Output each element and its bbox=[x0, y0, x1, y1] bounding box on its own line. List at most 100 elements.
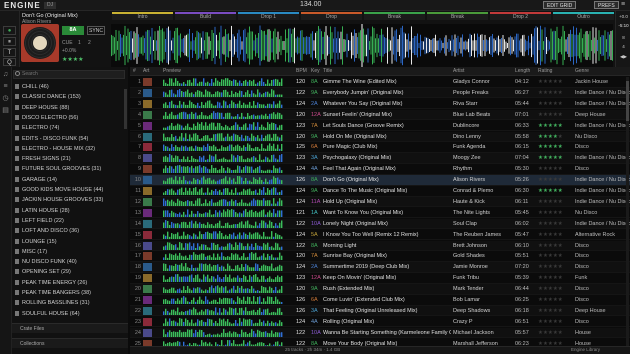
sidebar-folder-item[interactable]: DISCO ELECTRO (56) bbox=[15, 114, 78, 122]
track-preview-waveform[interactable] bbox=[163, 252, 283, 261]
preferences-button[interactable]: PREFS bbox=[594, 1, 619, 9]
star-icon[interactable]: ★ bbox=[558, 286, 563, 292]
deck-key-badge[interactable]: 8A bbox=[62, 26, 84, 35]
table-row[interactable]: 7 125 6A Pure Magic (Club Mix) Funk Agenda 06… bbox=[130, 142, 630, 153]
sidebar-folder-item[interactable]: MISC (17) bbox=[15, 248, 47, 256]
sidebar-scrollbar[interactable] bbox=[124, 89, 127, 129]
sidebar-folder-item[interactable]: OPENING SET (29) bbox=[15, 268, 71, 276]
scroll-thumb[interactable] bbox=[626, 81, 629, 121]
table-row[interactable]: 9 124 4A Feel That Again (Original Mix) Rhyt… bbox=[130, 164, 630, 175]
sidebar-folder-item[interactable]: ELECTRO (74) bbox=[15, 124, 59, 132]
track-preview-waveform[interactable] bbox=[163, 187, 283, 195]
header-length[interactable]: Length bbox=[515, 68, 530, 74]
header-bpm[interactable]: BPM bbox=[296, 68, 307, 74]
track-rating[interactable]: ★★★★★ bbox=[538, 122, 568, 131]
star-icon[interactable]: ★ bbox=[558, 243, 563, 249]
track-preview-waveform[interactable] bbox=[163, 132, 283, 141]
header-art[interactable]: Art bbox=[143, 68, 149, 74]
edit-grid-button[interactable]: EDIT GRID bbox=[543, 1, 577, 9]
playlists-icon[interactable]: ≡ bbox=[2, 83, 9, 90]
star-icon[interactable]: ★ bbox=[558, 308, 563, 314]
star-icon[interactable]: ★ bbox=[558, 112, 563, 118]
header-genre[interactable]: Genre bbox=[575, 68, 589, 74]
star-icon[interactable]: ★ bbox=[558, 275, 563, 281]
table-row[interactable]: 10 126 8A Don't Go (Original Mix) Alison Riv… bbox=[130, 175, 630, 186]
track-rating[interactable]: ★★★★★ bbox=[538, 198, 568, 207]
track-preview-waveform[interactable] bbox=[163, 241, 283, 250]
star-icon[interactable]: ★ bbox=[558, 79, 563, 85]
header-rating[interactable]: Rating bbox=[538, 68, 552, 74]
deck-waveform[interactable] bbox=[111, 24, 613, 67]
track-rating[interactable]: ★★★★★ bbox=[538, 285, 568, 294]
history-icon[interactable]: ◷ bbox=[2, 95, 9, 102]
track-preview-waveform[interactable] bbox=[163, 317, 283, 326]
beat-jump-label[interactable]: 8 bbox=[617, 35, 630, 40]
track-preview-waveform[interactable] bbox=[163, 285, 283, 294]
table-row[interactable]: 12 124 11A Hold Up (Original Mix) Haute & Ki… bbox=[130, 196, 630, 208]
sidebar-folder-item[interactable]: JACKIN HOUSE GROOVES (33) bbox=[15, 196, 103, 204]
track-preview-waveform[interactable] bbox=[163, 143, 283, 152]
sidebar-folder-item[interactable]: NU DISCO FUNK (40) bbox=[15, 258, 77, 266]
table-row[interactable]: 21 126 6A Come Luvin' (Extended Club Mix) Bo… bbox=[130, 295, 630, 306]
table-row[interactable]: 17 120 7A Sunrise Bay (Original Mix) Gold Sh… bbox=[130, 251, 630, 262]
table-row[interactable]: 18 124 2A Summertime 2019 (Deep Club Mix) Ja… bbox=[130, 262, 630, 273]
star-icon[interactable]: ★ bbox=[558, 177, 563, 183]
collection-icon[interactable]: ♫ bbox=[2, 71, 9, 78]
quantize-button[interactable]: Q bbox=[3, 58, 16, 66]
track-preview-waveform[interactable] bbox=[163, 296, 283, 304]
track-rating[interactable]: ★★★★★ bbox=[538, 154, 568, 163]
track-preview-waveform[interactable] bbox=[163, 121, 283, 130]
track-rating[interactable]: ★★★★★ bbox=[538, 133, 568, 142]
menu-icon[interactable]: ≡ bbox=[618, 1, 628, 9]
star-icon[interactable]: ★ bbox=[558, 155, 563, 161]
table-row[interactable]: 1 120 8A Gimme The Wine (Edited Mix) Gladys … bbox=[130, 77, 630, 88]
play-pause-button[interactable]: ⏸ bbox=[3, 37, 16, 46]
sidebar-folder-item[interactable]: LEFT FIELD (22) bbox=[15, 217, 64, 225]
sync-button[interactable]: SYNC bbox=[87, 26, 105, 35]
sidebar-folder-item[interactable]: ROLLING BASSLINES (31) bbox=[15, 299, 90, 307]
tempo-button[interactable]: T bbox=[3, 48, 16, 57]
track-rating[interactable]: ★★★★★ bbox=[538, 296, 568, 305]
sidebar-folder-item[interactable]: GOOD KIDS MOVE HOUSE (44) bbox=[15, 186, 103, 194]
sidebar-folder-item[interactable]: SOULFUL HOUSE (64) bbox=[15, 310, 80, 318]
track-rating[interactable]: ★★★★★ bbox=[538, 252, 568, 261]
loop-size-label[interactable]: 4 bbox=[617, 44, 630, 49]
table-row[interactable]: 23 124 4A Rolling (Original Mix) Crazy P 06:5… bbox=[130, 317, 630, 328]
track-preview-waveform[interactable] bbox=[163, 165, 283, 174]
track-preview-waveform[interactable] bbox=[163, 88, 283, 97]
sidebar-folder-item[interactable]: FUTURE SOUL GROOVES (31) bbox=[15, 165, 101, 173]
table-row[interactable]: 15 124 5A I Know You Too Well (Remix 12 Rem… bbox=[130, 230, 630, 241]
library-scrollbar[interactable] bbox=[626, 77, 629, 352]
sidebar-folder-item[interactable]: FRESH SIGNS (21) bbox=[15, 155, 71, 163]
star-icon[interactable]: ★ bbox=[558, 210, 563, 216]
sidebar-folder-item[interactable]: GARAGE (14) bbox=[15, 176, 57, 184]
hot-cue-7[interactable]: Drop 2 bbox=[490, 12, 551, 20]
table-row[interactable]: 24 122 10A Wanna Be Starting Something (Kar… bbox=[130, 327, 630, 339]
header-number[interactable]: # bbox=[133, 68, 136, 74]
table-row[interactable]: 5 123 7A Let Souls Dance (Groove Remix) Dubl… bbox=[130, 121, 630, 132]
star-icon[interactable]: ★ bbox=[558, 199, 563, 205]
table-row[interactable]: 14 122 10A Lonely Night (Original Mix) Soul … bbox=[130, 218, 630, 230]
track-rating[interactable]: ★★★★★ bbox=[538, 307, 568, 316]
hot-cue-5[interactable]: Break bbox=[364, 12, 425, 20]
track-rating[interactable]: ★★★★★ bbox=[538, 220, 568, 229]
table-row[interactable]: 16 122 8A Morning Light Brett Johnson 06:10 ★★… bbox=[130, 240, 630, 251]
track-rating[interactable]: ★★★★★ bbox=[538, 187, 568, 196]
track-rating[interactable]: ★★★★★ bbox=[538, 143, 568, 152]
sidebar-folder-item[interactable]: PEAK TIME BANGERS (38) bbox=[15, 289, 91, 297]
table-row[interactable]: 13 121 1A Want To Know You (Original Mix) Th… bbox=[130, 208, 630, 219]
header-preview[interactable]: Preview bbox=[163, 68, 181, 74]
star-icon[interactable]: ★ bbox=[558, 90, 563, 96]
track-preview-waveform[interactable] bbox=[163, 263, 283, 272]
table-row[interactable]: 8 123 3A Psychogalaxy (Original Mix) Moogy Z… bbox=[130, 153, 630, 164]
table-row[interactable]: 2 122 9A Everybody Jumpin' (Original Mix) Pe… bbox=[130, 87, 630, 99]
track-preview-waveform[interactable] bbox=[163, 198, 283, 206]
table-row[interactable]: 3 124 2A Whatever You Say (Original Mix) Riv… bbox=[130, 99, 630, 110]
star-icon[interactable]: ★ bbox=[558, 297, 563, 303]
deck-rating-stars[interactable]: ★★★★ bbox=[62, 56, 84, 63]
track-rating[interactable]: ★★★★★ bbox=[538, 176, 568, 185]
track-preview-waveform[interactable] bbox=[163, 154, 283, 163]
star-icon[interactable]: ★ bbox=[558, 319, 563, 325]
header-artist[interactable]: Artist bbox=[453, 68, 464, 74]
table-row[interactable]: 11 124 9A Dance To The Music (Original Mix)… bbox=[130, 186, 630, 197]
